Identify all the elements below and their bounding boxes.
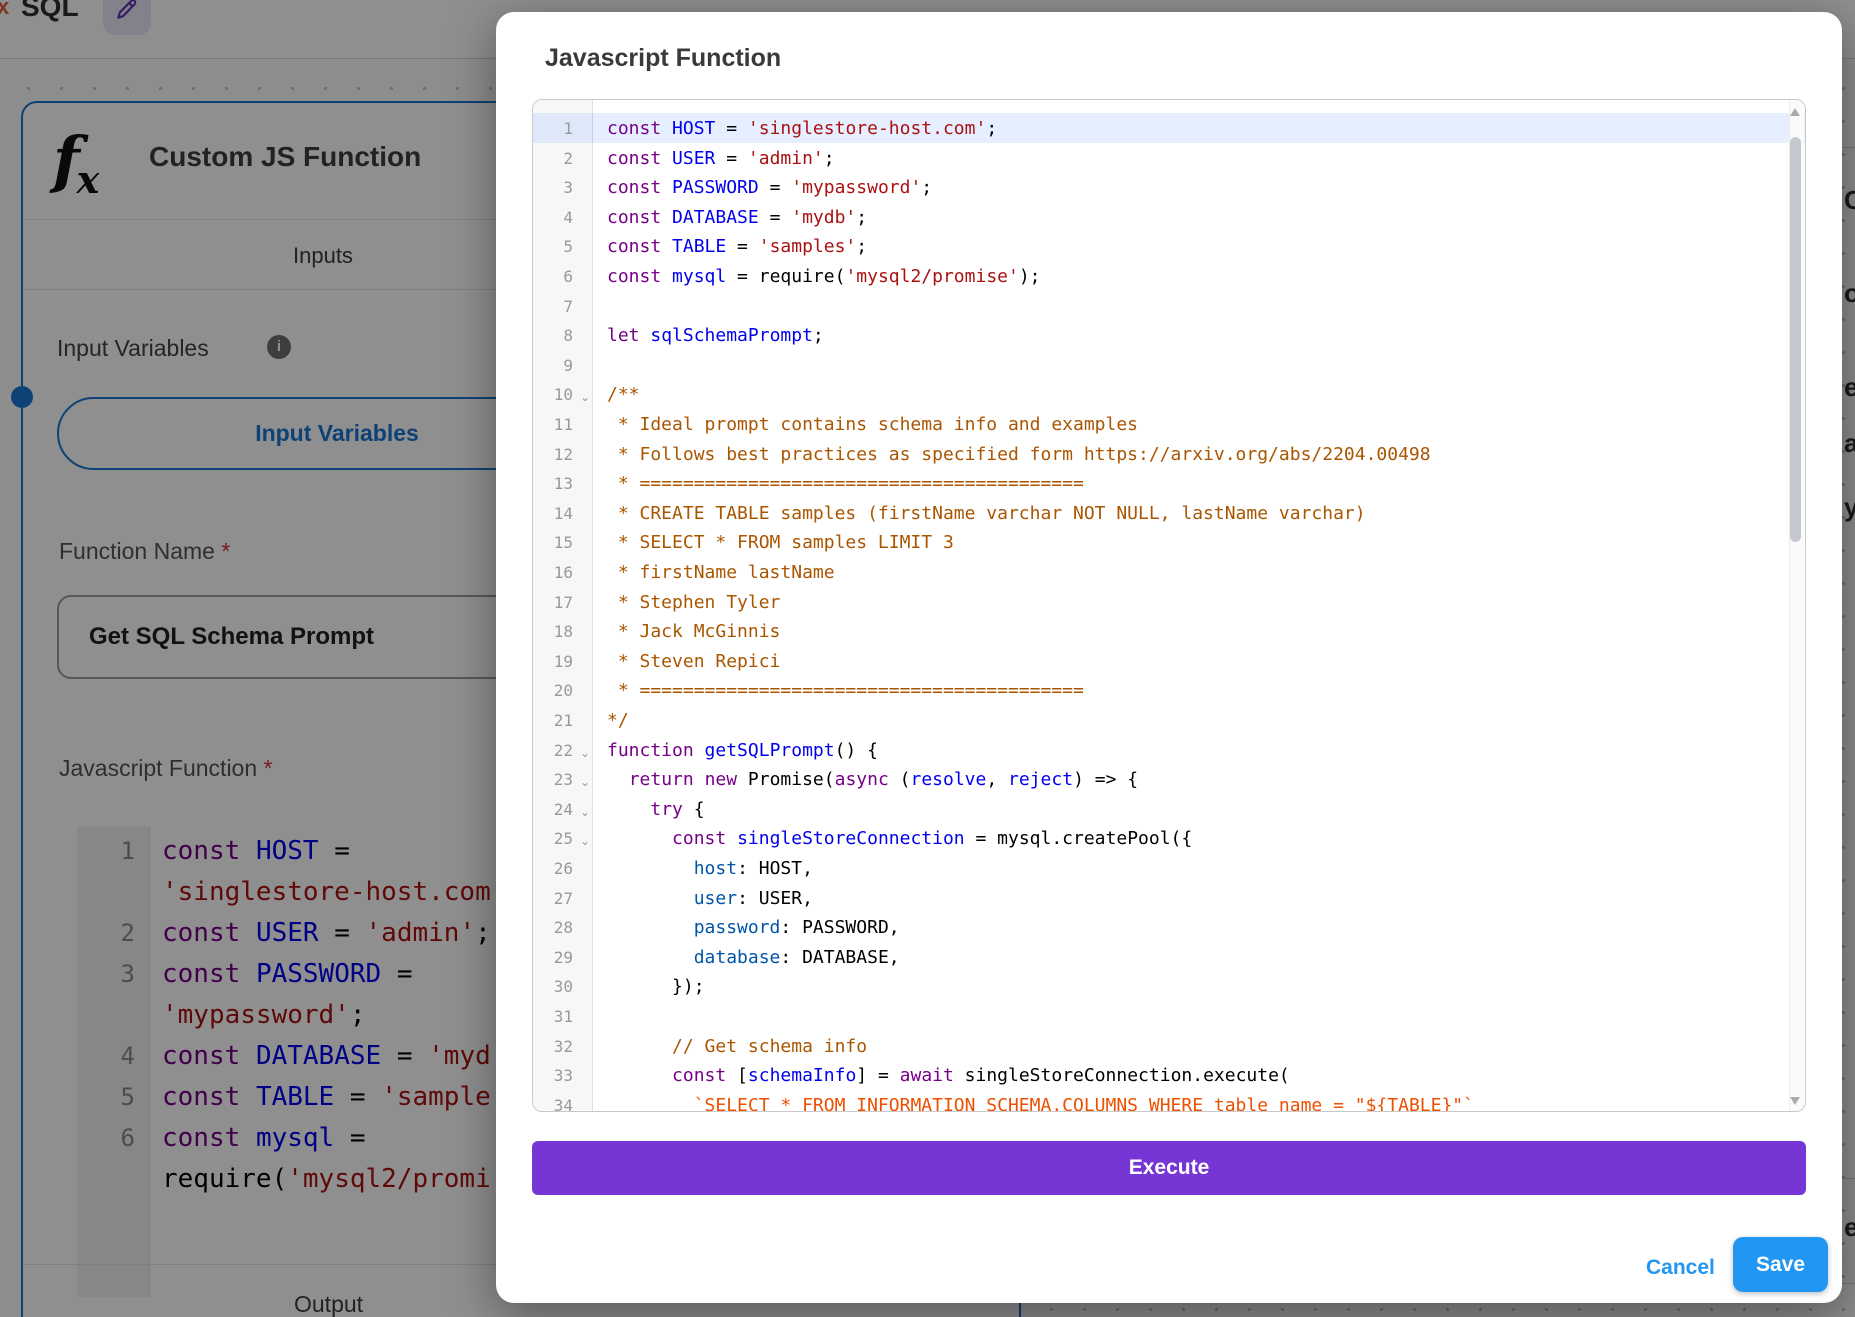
line-number: 19 [533, 647, 573, 677]
line-number: 26 [533, 854, 573, 884]
code-line: try { [607, 795, 705, 825]
line-number: 13 [533, 469, 573, 499]
line-number: 25 [533, 824, 573, 854]
line-number: 9 [533, 351, 573, 381]
scrollbar-thumb[interactable] [1790, 137, 1801, 542]
code-line: * Stephen Tyler [607, 588, 780, 618]
code-line: */ [607, 706, 629, 736]
code-line: * Steven Repici [607, 647, 780, 677]
code-line: /** [607, 380, 640, 410]
line-number: 17 [533, 588, 573, 618]
line-number: 23 [533, 765, 573, 795]
code-line: user: USER, [607, 884, 813, 914]
line-number: 10 [533, 380, 573, 410]
scrollbar-track[interactable] [1789, 101, 1804, 1111]
save-button[interactable]: Save [1733, 1237, 1828, 1292]
line-number: 20 [533, 676, 573, 706]
line-number: 21 [533, 706, 573, 736]
line-number: 34 [533, 1091, 573, 1112]
line-number: 14 [533, 499, 573, 529]
line-number: 31 [533, 1002, 573, 1032]
fold-chevron-icon[interactable]: ⌄ [578, 739, 592, 769]
app-screen: x SQL fx Custom JS Function Inputs Input… [0, 0, 1855, 1317]
line-number: 33 [533, 1061, 573, 1091]
code-line: password: PASSWORD, [607, 913, 900, 943]
line-number: 22 [533, 736, 573, 766]
code-line: const [schemaInfo] = await singleStoreCo… [607, 1061, 1290, 1091]
scroll-up-arrow-icon[interactable] [1790, 108, 1800, 116]
fold-chevron-icon[interactable]: ⌄ [578, 798, 592, 828]
code-line: const PASSWORD = 'mypassword'; [607, 173, 932, 203]
code-line: function getSQLPrompt() { [607, 736, 878, 766]
javascript-function-modal: Javascript Function 1 const HOST = 'singl… [496, 12, 1842, 1303]
line-number: 7 [533, 292, 573, 322]
cancel-button[interactable]: Cancel [1640, 1255, 1721, 1281]
scroll-down-arrow-icon[interactable] [1790, 1097, 1800, 1105]
code-line: * ======================================… [607, 469, 1084, 499]
fold-chevron-icon[interactable]: ⌄ [578, 827, 592, 857]
code-line: const USER = 'admin'; [607, 144, 835, 174]
execute-button[interactable]: Execute [532, 1141, 1806, 1195]
line-number: 16 [533, 558, 573, 588]
code-line: * ======================================… [607, 676, 1084, 706]
line-number: 11 [533, 410, 573, 440]
code-line: * Follows best practices as specified fo… [607, 440, 1431, 470]
code-line: return new Promise(async (resolve, rejec… [607, 765, 1138, 795]
line-number: 3 [533, 173, 573, 203]
fold-chevron-icon[interactable]: ⌄ [578, 383, 592, 413]
code-line: database: DATABASE, [607, 943, 900, 973]
modal-title: Javascript Function [545, 44, 781, 73]
line-number: 15 [533, 528, 573, 558]
code-line: * Ideal prompt contains schema info and … [607, 410, 1138, 440]
line-number: 12 [533, 440, 573, 470]
code-line: * CREATE TABLE samples (firstName varcha… [607, 499, 1366, 529]
line-number: 29 [533, 943, 573, 973]
code-line: let sqlSchemaPrompt; [607, 321, 824, 351]
line-number: 18 [533, 617, 573, 647]
line-number: 4 [533, 203, 573, 233]
code-line: const HOST = 'singlestore-host.com'; [607, 114, 997, 144]
code-line: // Get schema info [607, 1032, 867, 1062]
fold-chevron-icon[interactable]: ⌄ [578, 768, 592, 798]
line-number: 1 [533, 114, 573, 144]
code-line: * SELECT * FROM samples LIMIT 3 [607, 528, 954, 558]
line-number: 32 [533, 1032, 573, 1062]
code-line: const mysql = require('mysql2/promise'); [607, 262, 1041, 292]
code-line: * Jack McGinnis [607, 617, 780, 647]
code-line: const singleStoreConnection = mysql.crea… [607, 824, 1192, 854]
line-number: 2 [533, 144, 573, 174]
code-line: * firstName lastName [607, 558, 835, 588]
code-line: `SELECT * FROM INFORMATION_SCHEMA.COLUMN… [607, 1091, 1474, 1112]
code-editor[interactable]: 1 const HOST = 'singlestore-host.com'; 2 co… [532, 99, 1806, 1112]
line-number: 28 [533, 913, 573, 943]
code-line: const TABLE = 'samples'; [607, 232, 867, 262]
code-line: host: HOST, [607, 854, 813, 884]
code-line: const DATABASE = 'mydb'; [607, 203, 867, 233]
line-number: 27 [533, 884, 573, 914]
line-number: 24 [533, 795, 573, 825]
code-line: }); [607, 972, 705, 1002]
line-number: 5 [533, 232, 573, 262]
line-number: 8 [533, 321, 573, 351]
line-number: 30 [533, 972, 573, 1002]
line-number: 6 [533, 262, 573, 292]
